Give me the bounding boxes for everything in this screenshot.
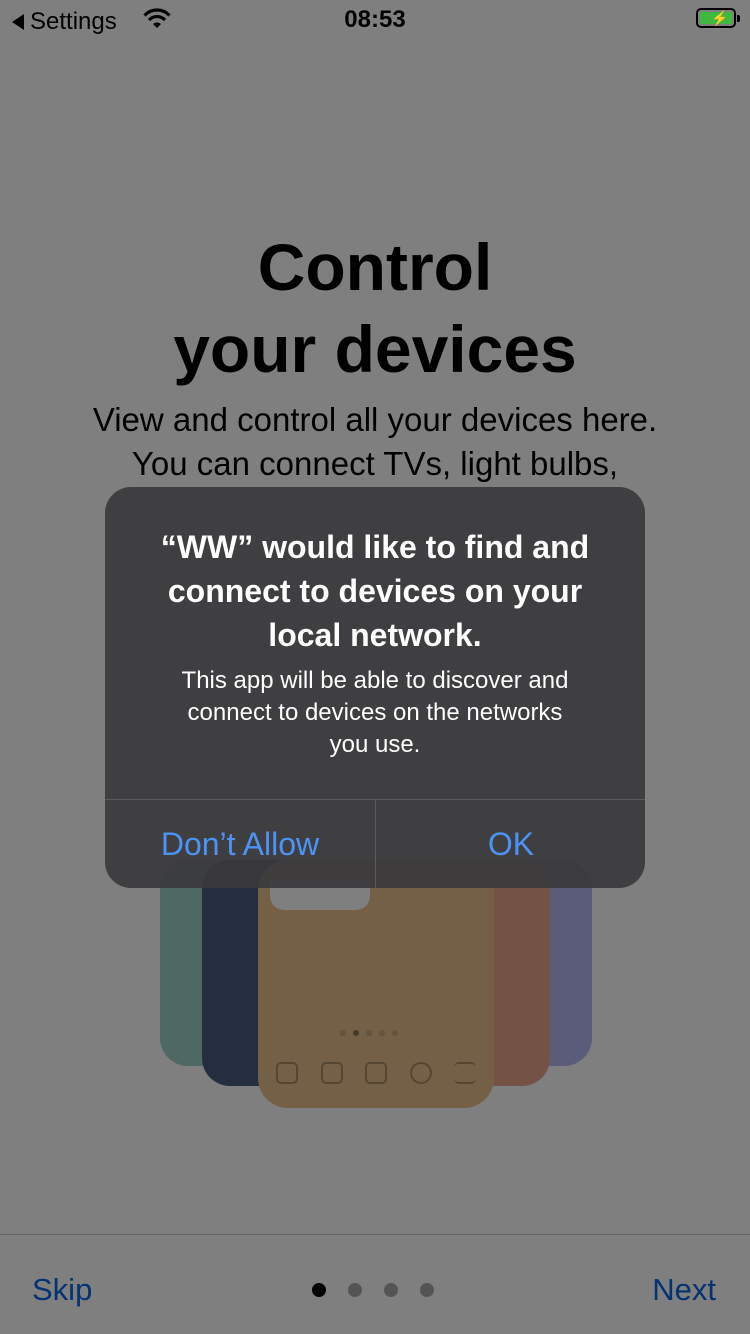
battery-level: ⚡ — [700, 10, 732, 26]
alert-title: “WW” would like to find and connect to d… — [135, 525, 615, 657]
local-network-permission-alert: “WW” would like to find and connect to d… — [105, 487, 645, 888]
status-bar: Settings 08:53 ⚡ — [0, 0, 750, 40]
alert-message-line-1: This app will be able to discover and — [181, 667, 569, 694]
bolt-icon: ⚡ — [711, 10, 729, 26]
alert-message: This app will be able to discover and co… — [135, 665, 615, 761]
alert-title-line-1: “WW” would like to find and — [160, 529, 590, 565]
status-time: 08:53 — [344, 6, 406, 33]
dont-allow-button[interactable]: Don’t Allow — [105, 800, 375, 888]
battery-charging-icon: ⚡ — [696, 8, 740, 28]
alert-message-line-3: you use. — [329, 731, 421, 758]
ok-button[interactable]: OK — [376, 800, 645, 888]
alert-title-line-3: local network. — [268, 617, 482, 653]
alert-message-line-2: connect to devices on the networks — [187, 699, 563, 726]
battery-nub — [737, 15, 740, 22]
alert-title-line-2: connect to devices on your — [167, 573, 583, 609]
